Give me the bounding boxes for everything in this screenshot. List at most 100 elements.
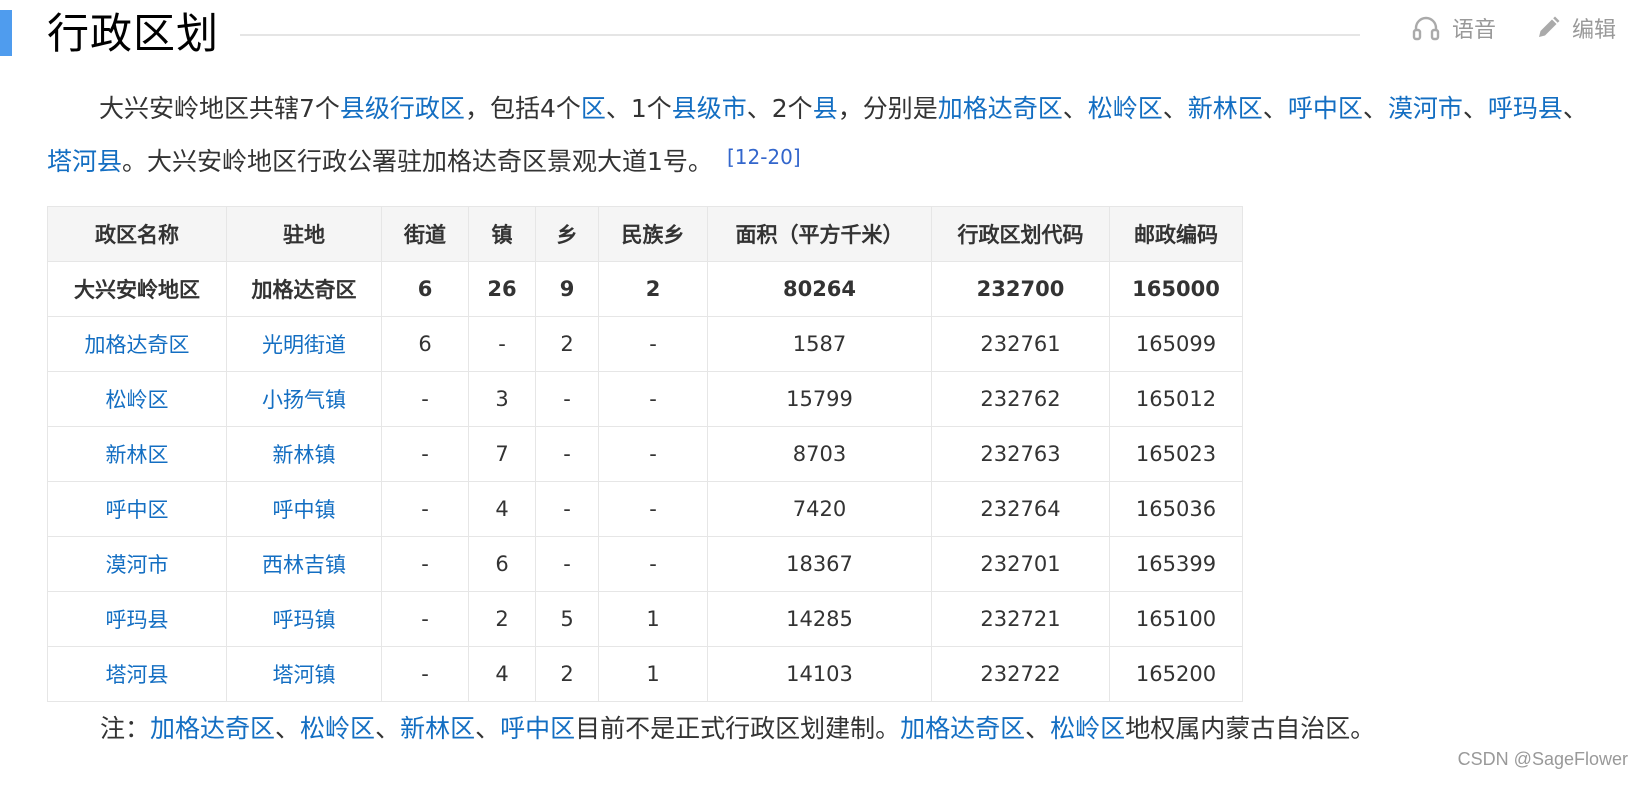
cell-townships: - [535,371,599,427]
cell-name: 呼玛县 [47,591,227,647]
cell-ethnic-townships: - [598,481,708,537]
link-jiagedaqi[interactable]: 加格达奇区 [900,714,1025,743]
intro-text: 。大兴安岭地区行政公署驻加格达奇区景观大道1号。 [122,147,713,176]
watermark: CSDN @SageFlower [1457,749,1628,769]
seat-link[interactable]: 新林镇 [273,443,336,467]
intro-paragraph: 大兴安岭地区共辖7个县级行政区，包括4个区、1个县级市、2个县，分别是加格达奇区… [47,85,1607,186]
link-songling[interactable]: 松岭区 [1050,714,1125,743]
cell-seat: 光明街道 [226,316,382,372]
note-text: 、 [1025,714,1051,743]
link-mohe[interactable]: 漠河市 [1388,94,1463,123]
cell-townships: 5 [535,591,599,647]
table-row: 松岭区 小扬气镇 - 3 - - 15799 232762 165012 [47,371,1243,427]
header-cell: 行政区划代码 [931,206,1110,262]
district-link[interactable]: 呼玛县 [106,608,169,632]
header-cell: 驻地 [226,206,382,262]
cell-townships: - [535,536,599,592]
reference-link[interactable]: [12-20] [727,145,801,169]
link-county-level-city[interactable]: 县级市 [672,94,747,123]
cell-postal-code: 165023 [1109,426,1243,482]
table-row: 塔河县 塔河镇 - 4 2 1 14103 232722 165200 [47,646,1243,702]
note-text: 、 [475,714,501,743]
header-cell: 乡 [535,206,599,262]
district-link[interactable]: 塔河县 [106,663,169,687]
cell-name: 松岭区 [47,371,227,427]
header-cell: 邮政编码 [1109,206,1243,262]
note-text: 、 [275,714,301,743]
cell-towns: 7 [468,426,536,482]
link-county[interactable]: 县 [813,94,838,123]
seat-link[interactable]: 塔河镇 [273,663,336,687]
section-tools: 语音 编辑 [1412,12,1616,44]
cell-name: 呼中区 [47,481,227,537]
link-xinlin[interactable]: 新林区 [400,714,475,743]
cell-seat: 新林镇 [226,426,382,482]
link-huma[interactable]: 呼玛县 [1488,94,1563,123]
link-district[interactable]: 区 [581,94,606,123]
section-accent-bar [0,10,12,56]
header-cell: 街道 [381,206,469,262]
seat-link[interactable]: 呼中镇 [273,498,336,522]
voice-label: 语音 [1451,18,1496,43]
seat-link[interactable]: 小扬气镇 [262,388,346,412]
header-cell: 政区名称 [47,206,227,262]
cell-towns: 2 [468,591,536,647]
cell-ethnic-townships: - [598,426,708,482]
cell-division-code: 232764 [931,481,1110,537]
cell-division-code: 232701 [931,536,1110,592]
intro-text: ，包括4个 [464,94,581,123]
intro-text: 、 [1462,94,1488,123]
cell-postal-code: 165000 [1109,261,1243,317]
pencil-icon [1536,16,1560,40]
cell-postal-code: 165399 [1109,536,1243,592]
cell-area: 14103 [707,646,932,702]
voice-button[interactable]: 语音 [1412,12,1496,44]
cell-postal-code: 165100 [1109,591,1243,647]
seat-link[interactable]: 呼玛镇 [273,608,336,632]
edit-button[interactable]: 编辑 [1536,12,1616,44]
table-row: 呼中区 呼中镇 - 4 - - 7420 232764 165036 [47,481,1243,537]
seat-link[interactable]: 西林吉镇 [262,553,346,577]
intro-text: 、 [1162,94,1188,123]
table-row: 新林区 新林镇 - 7 - - 8703 232763 165023 [47,426,1243,482]
district-link[interactable]: 呼中区 [106,498,169,522]
cell-ethnic-townships: - [598,536,708,592]
link-huzhong[interactable]: 呼中区 [1288,94,1363,123]
cell-townships: - [535,426,599,482]
intro-text: 、1个 [605,94,672,123]
link-tahe[interactable]: 塔河县 [47,147,122,176]
link-songling[interactable]: 松岭区 [300,714,375,743]
title-divider [240,34,1360,36]
link-huzhong[interactable]: 呼中区 [500,714,575,743]
cell-subdistricts: 6 [381,261,469,317]
cell-ethnic-townships: 1 [598,591,708,647]
note-text: 、 [375,714,401,743]
district-link[interactable]: 新林区 [106,443,169,467]
link-county-level-division[interactable]: 县级行政区 [340,94,465,123]
cell-name: 加格达奇区 [47,316,227,372]
link-jiagedaqi[interactable]: 加格达奇区 [938,94,1063,123]
link-songling[interactable]: 松岭区 [1088,94,1163,123]
intro-text: ，分别是 [837,94,938,123]
link-jiagedaqi[interactable]: 加格达奇区 [150,714,275,743]
cell-towns: 6 [468,536,536,592]
cell-subdistricts: 6 [381,316,469,372]
district-link[interactable]: 加格达奇区 [85,333,190,357]
cell-area: 18367 [707,536,932,592]
cell-postal-code: 165200 [1109,646,1243,702]
cell-name: 大兴安岭地区 [47,261,227,317]
cell-subdistricts: - [381,481,469,537]
seat-link[interactable]: 光明街道 [262,333,346,357]
cell-seat: 小扬气镇 [226,371,382,427]
cell-townships: - [535,481,599,537]
cell-division-code: 232721 [931,591,1110,647]
district-link[interactable]: 漠河市 [106,553,169,577]
cell-area: 8703 [707,426,932,482]
intro-text: 、 [1362,94,1388,123]
cell-division-code: 232761 [931,316,1110,372]
district-link[interactable]: 松岭区 [106,388,169,412]
note-text: 目前不是正式行政区划建制。 [575,714,901,743]
link-xinlin[interactable]: 新林区 [1188,94,1263,123]
cell-seat: 呼中镇 [226,481,382,537]
intro-text: 、 [1062,94,1088,123]
